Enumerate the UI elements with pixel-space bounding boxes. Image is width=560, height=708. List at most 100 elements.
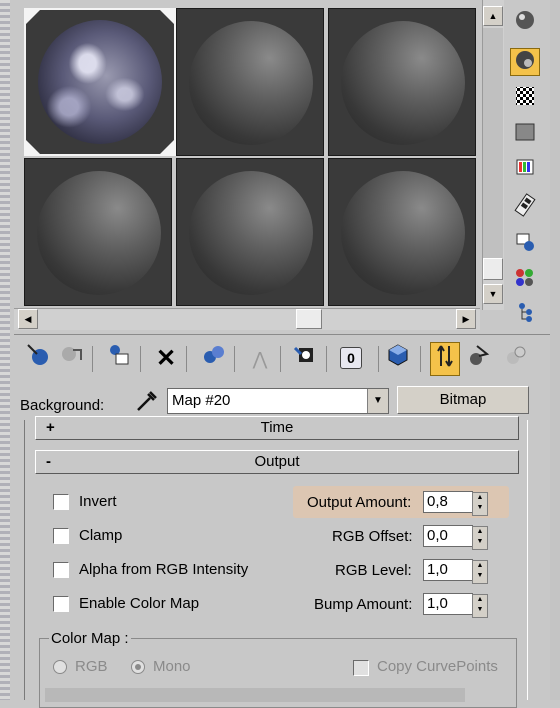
rgb-level-label: RGB Level: bbox=[335, 562, 412, 579]
spinner-arrows-icon[interactable]: ▲ ▼ bbox=[472, 594, 488, 618]
toolbar-separator bbox=[92, 346, 93, 372]
backlight-icon[interactable] bbox=[510, 48, 540, 76]
clamp-checkbox[interactable] bbox=[53, 528, 69, 544]
map-type-button[interactable]: Bitmap bbox=[397, 386, 529, 414]
enable-color-map-label: Enable Color Map bbox=[79, 595, 200, 612]
sample-slot-6[interactable] bbox=[328, 158, 476, 306]
spinner-arrows-icon[interactable]: ▲ ▼ bbox=[472, 526, 488, 550]
bump-amount-spinner[interactable]: 1,0 ▲ ▼ bbox=[423, 593, 488, 618]
time-rollout-header[interactable]: + Time bbox=[35, 416, 519, 440]
time-rollout-title: Time bbox=[260, 419, 294, 436]
rgb-offset-label: RGB Offset: bbox=[332, 528, 413, 545]
toolbar-separator bbox=[140, 346, 141, 372]
mono-radio-label: Mono bbox=[153, 658, 191, 675]
sample-slot-4[interactable] bbox=[24, 158, 172, 306]
options-icon[interactable] bbox=[510, 230, 540, 258]
toolbar-separator bbox=[378, 346, 379, 372]
toolbar-separator bbox=[280, 346, 281, 372]
blank-sphere-6 bbox=[341, 171, 465, 295]
sample-uv-tiling-icon[interactable] bbox=[510, 120, 540, 148]
output-amount-spinner[interactable]: 0,8 ▲ ▼ bbox=[423, 491, 488, 516]
hscroll-thumb[interactable] bbox=[296, 309, 322, 329]
put-to-library-icon[interactable]: ⋀ bbox=[244, 342, 276, 376]
sample-slot-5[interactable] bbox=[176, 158, 324, 306]
rgb-level-value: 1,0 bbox=[427, 561, 448, 578]
enable-color-map-checkbox[interactable] bbox=[53, 596, 69, 612]
assign-to-selection-icon[interactable] bbox=[104, 342, 136, 376]
material-map-navigator-icon[interactable] bbox=[510, 300, 540, 328]
slots-horizontal-scrollbar[interactable]: ◀ ▶ bbox=[14, 308, 480, 330]
spinner-arrows-icon[interactable]: ▲ ▼ bbox=[472, 492, 488, 516]
sample-slot-2[interactable] bbox=[176, 8, 324, 156]
copy-curve-points-label: Copy CurvePoints bbox=[377, 658, 498, 675]
output-amount-label: Output Amount: bbox=[307, 494, 412, 511]
scroll-track[interactable] bbox=[483, 28, 503, 258]
output-amount-value: 0,8 bbox=[427, 493, 448, 510]
material-id-channel-icon[interactable] bbox=[290, 342, 322, 376]
material-sphere-1 bbox=[38, 20, 162, 144]
mono-radio[interactable] bbox=[131, 660, 145, 674]
sample-type-icon[interactable] bbox=[510, 8, 540, 36]
show-map-in-viewport-icon[interactable]: 0 bbox=[336, 342, 368, 376]
output-rollout-title: Output bbox=[254, 453, 300, 470]
scroll-thumb[interactable] bbox=[483, 258, 503, 280]
map-name-value: Map #20 bbox=[172, 392, 231, 409]
make-preview-icon[interactable] bbox=[510, 192, 540, 220]
clamp-label: Clamp bbox=[79, 527, 123, 544]
slot-corner-br bbox=[160, 140, 174, 154]
map-name-dropdown[interactable]: Map #20 ▼ bbox=[167, 388, 389, 414]
rgb-radio-label: RGB bbox=[75, 658, 108, 675]
invert-label: Invert bbox=[79, 493, 117, 510]
make-unique-icon[interactable] bbox=[198, 342, 230, 376]
material-editor-toolbar: ✕ ⋀ 0 bbox=[18, 342, 550, 378]
toolbar-separator bbox=[420, 346, 421, 372]
go-to-parent-icon[interactable] bbox=[430, 342, 460, 376]
slot-corner-tr bbox=[160, 10, 174, 24]
invert-checkbox[interactable] bbox=[53, 494, 69, 510]
material-type-icon[interactable] bbox=[500, 342, 532, 376]
scroll-right-arrow-icon[interactable]: ▶ bbox=[456, 309, 476, 329]
sample-slot-3[interactable] bbox=[328, 8, 476, 156]
select-by-material-icon[interactable] bbox=[510, 266, 540, 294]
go-forward-to-sibling-icon[interactable] bbox=[464, 342, 496, 376]
material-id-value: 0 bbox=[340, 347, 362, 369]
get-material-icon[interactable] bbox=[22, 342, 54, 376]
chevron-down-icon[interactable]: ▼ bbox=[367, 389, 388, 413]
rollout-panel: + Time - Output Invert Clamp Alpha from … bbox=[24, 416, 528, 708]
blank-sphere-2 bbox=[189, 21, 313, 145]
scroll-left-arrow-icon[interactable]: ◀ bbox=[18, 309, 38, 329]
sample-slot-grid bbox=[12, 0, 482, 310]
toolbar-separator bbox=[234, 346, 235, 372]
blank-sphere-4 bbox=[37, 171, 161, 295]
rgb-level-spinner[interactable]: 1,0 ▲ ▼ bbox=[423, 559, 488, 584]
bump-amount-value: 1,0 bbox=[427, 595, 448, 612]
put-to-scene-icon[interactable] bbox=[56, 342, 88, 376]
slot-corner-tl bbox=[26, 10, 40, 24]
scroll-up-arrow-icon[interactable]: ▲ bbox=[483, 6, 503, 26]
spinner-arrows-icon[interactable]: ▲ ▼ bbox=[472, 560, 488, 584]
show-end-result-icon[interactable] bbox=[382, 342, 414, 376]
separator bbox=[14, 334, 550, 335]
slots-vertical-scrollbar[interactable]: ▲ ▼ bbox=[482, 0, 504, 310]
toolbar-separator bbox=[186, 346, 187, 372]
background-label: Background: bbox=[20, 397, 105, 414]
rgb-offset-spinner[interactable]: 0,0 ▲ ▼ bbox=[423, 525, 488, 550]
output-rollout-header[interactable]: - Output bbox=[35, 450, 519, 474]
right-tool-column bbox=[508, 4, 542, 334]
blank-sphere-3 bbox=[341, 21, 465, 145]
video-color-check-icon[interactable] bbox=[510, 156, 540, 184]
slot-corner-bl bbox=[26, 140, 40, 154]
blank-sphere-5 bbox=[189, 171, 313, 295]
left-edge-dotted bbox=[0, 0, 10, 700]
alpha-from-rgb-label: Alpha from RGB Intensity bbox=[79, 561, 249, 578]
alpha-from-rgb-checkbox[interactable] bbox=[53, 562, 69, 578]
rgb-radio[interactable] bbox=[53, 660, 67, 674]
pick-material-eyedropper-icon[interactable] bbox=[134, 388, 160, 414]
bump-amount-label: Bump Amount: bbox=[314, 596, 413, 613]
color-map-group-label: Color Map : bbox=[49, 630, 131, 647]
sample-slot-1[interactable] bbox=[24, 8, 176, 156]
reset-map-icon[interactable]: ✕ bbox=[150, 342, 182, 376]
copy-curve-points-checkbox[interactable] bbox=[353, 660, 369, 676]
background-checker-icon[interactable] bbox=[510, 84, 540, 112]
scroll-down-arrow-icon[interactable]: ▼ bbox=[483, 284, 503, 304]
